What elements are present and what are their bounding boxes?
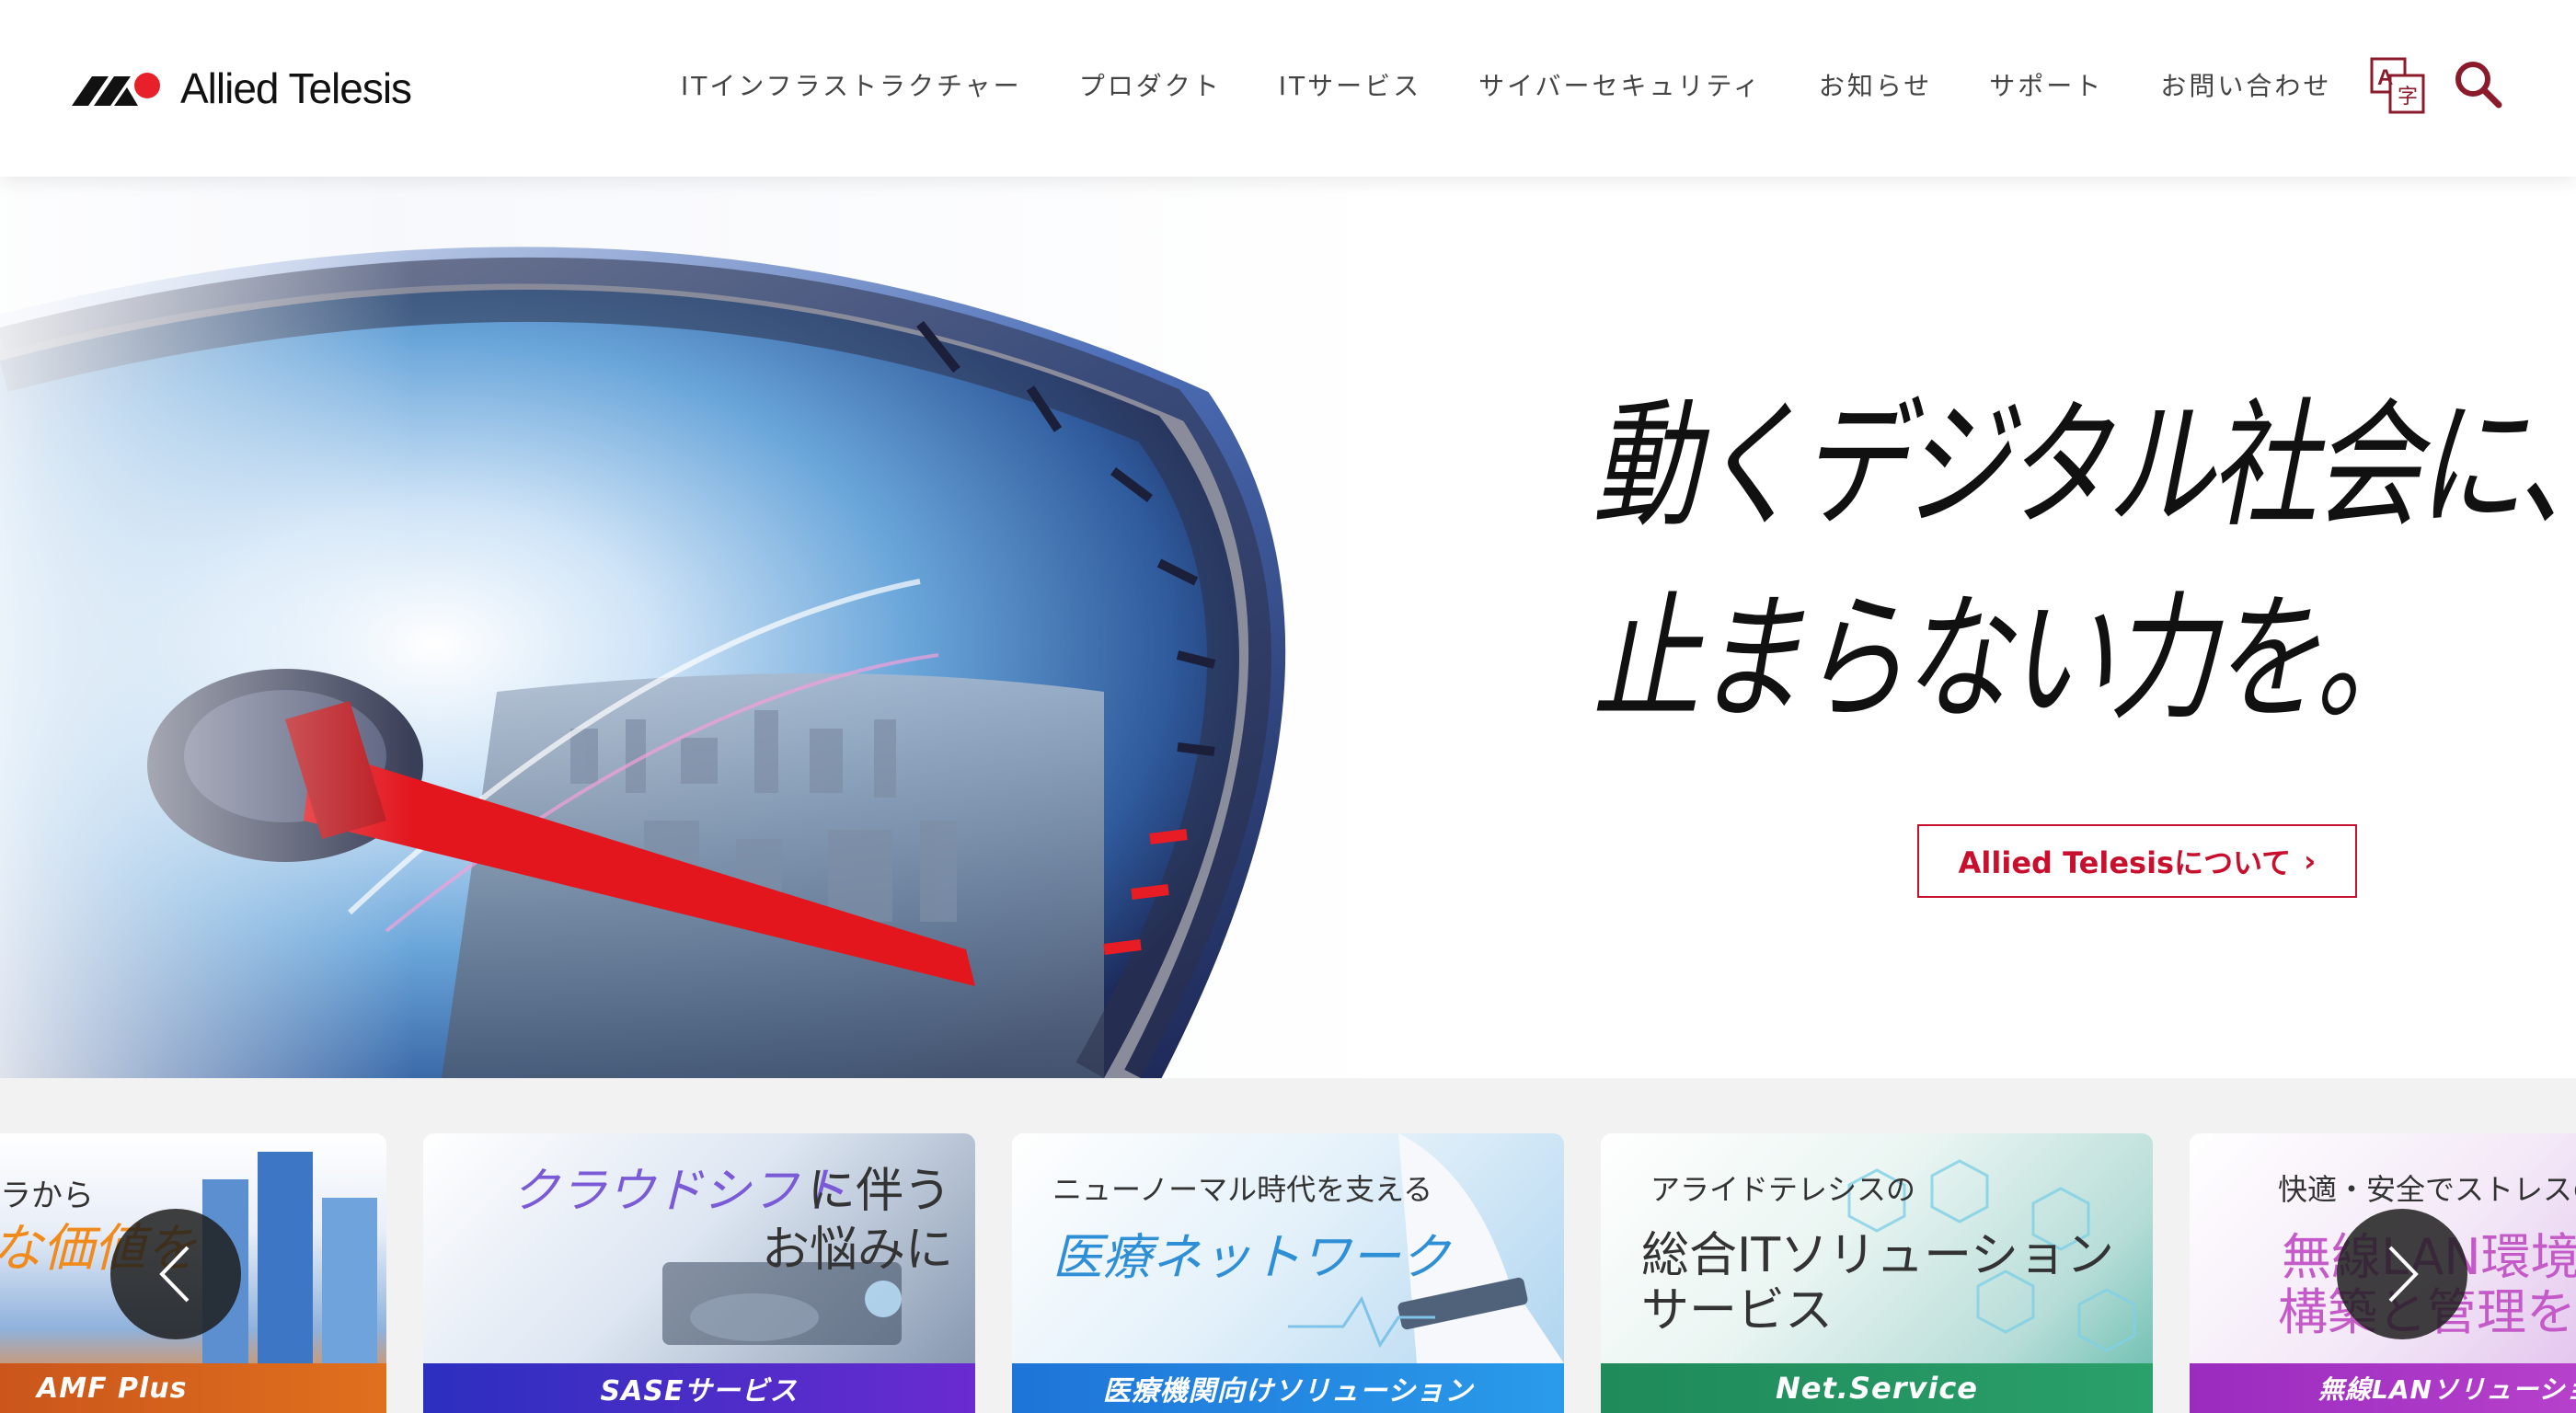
nav-item-contact[interactable]: お問い合わせ bbox=[2160, 64, 2331, 109]
carousel-card-sase[interactable]: クラウドシフト に伴う お悩みに SASEサービス bbox=[423, 1133, 975, 1413]
nav-item-it-services[interactable]: ITサービス bbox=[1279, 64, 1421, 109]
hero-headline-line1: 動くデジタル社会に、 bbox=[1592, 386, 2576, 546]
card-medical-line2: 医療ネットワーク bbox=[1052, 1228, 1450, 1286]
chevron-right-icon: › bbox=[2304, 844, 2317, 879]
nav-item-news[interactable]: お知らせ bbox=[1819, 64, 1932, 109]
search-icon[interactable] bbox=[2447, 53, 2512, 118]
card-net-caption: Net.Service bbox=[1601, 1363, 2153, 1413]
solution-carousel: ラから な価値を AMF Plus クラウドシフト に伴う お悩みに SASEサ… bbox=[0, 1078, 2576, 1413]
card-sase-line2: お悩みに bbox=[762, 1223, 954, 1278]
about-allied-telesis-button[interactable]: Allied Telesisについて › bbox=[1917, 824, 2357, 898]
about-button-label: Allied Telesisについて bbox=[1958, 845, 2292, 880]
site-header: Allied Telesis ITインフラストラクチャー プロダクト ITサービ… bbox=[0, 0, 2576, 177]
svg-text:字: 字 bbox=[2398, 86, 2418, 109]
carousel-card-medical[interactable]: ニューノーマル時代を支える 医療ネットワーク 医療機関向けソリューション bbox=[1012, 1133, 1564, 1413]
chevron-left-icon bbox=[159, 1246, 190, 1303]
svg-text:A: A bbox=[2377, 65, 2393, 90]
card-wlan-line1: 快適・安全でストレスの bbox=[2278, 1172, 2576, 1207]
main-nav: ITインフラストラクチャー プロダクト ITサービス サイバーセキュリティ お知… bbox=[681, 64, 2388, 109]
logo-text: Allied Telesis bbox=[180, 64, 412, 112]
nav-item-it-infrastructure[interactable]: ITインフラストラクチャー bbox=[681, 64, 1022, 109]
translate-icon[interactable]: A 字 bbox=[2366, 53, 2431, 118]
logo[interactable]: Allied Telesis bbox=[72, 61, 412, 116]
card-wlan-caption: 無線LANソリューション bbox=[2190, 1363, 2576, 1413]
speedometer-image bbox=[0, 177, 1380, 1078]
card-medical-line1: ニューノーマル時代を支える bbox=[1052, 1172, 1433, 1207]
logo-mark bbox=[72, 73, 160, 106]
chevron-right-icon bbox=[2388, 1246, 2419, 1303]
card-medical-caption: 医療機関向けソリューション bbox=[1012, 1363, 1564, 1413]
carousel-next-button[interactable] bbox=[2337, 1209, 2467, 1339]
nav-item-products[interactable]: プロダクト bbox=[1079, 64, 1222, 109]
nav-item-cyber-security[interactable]: サイバーセキュリティ bbox=[1478, 64, 1762, 109]
hero-headline-line2: 止まらない力を。 bbox=[1592, 580, 2423, 740]
carousel-prev-button[interactable] bbox=[110, 1209, 241, 1339]
card-net-line1: アライドテレシスの bbox=[1650, 1172, 1916, 1207]
card-amf-caption: AMF Plus bbox=[0, 1363, 386, 1413]
hero-banner: 動くデジタル社会に、 止まらない力を。 Allied Telesisについて › bbox=[0, 177, 2576, 1078]
card-sase-caption: SASEサービス bbox=[423, 1363, 975, 1413]
hero-headline: 動くデジタル社会に、 止まらない力を。 bbox=[1362, 374, 2576, 761]
card-net-line3: サービス bbox=[1641, 1283, 1834, 1338]
nav-item-support[interactable]: サポート bbox=[1989, 64, 2103, 109]
carousel-card-net-service[interactable]: アライドテレシスの 総合ITソリューション サービス Net.Service bbox=[1601, 1133, 2153, 1413]
